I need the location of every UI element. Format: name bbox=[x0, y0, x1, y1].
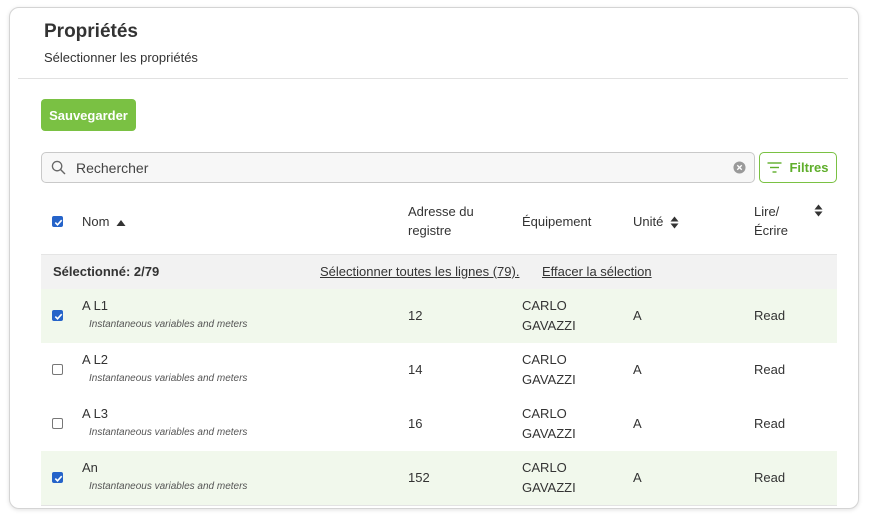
checkbox-check-icon bbox=[54, 313, 63, 320]
row-equipment: CARLO GAVAZZI bbox=[522, 296, 576, 336]
column-header-unit[interactable]: Unité bbox=[633, 212, 679, 231]
row-equipment: CARLO GAVAZZI bbox=[522, 404, 576, 444]
table-row[interactable]: A L1 Instantaneous variables and meters … bbox=[41, 289, 837, 344]
table-row[interactable]: A L2 Instantaneous variables and meters … bbox=[41, 343, 837, 398]
column-header-equipment: Équipement bbox=[522, 212, 591, 231]
sort-both-icon[interactable] bbox=[814, 204, 823, 217]
column-address-line1: Adresse du bbox=[408, 204, 474, 219]
column-unit-label: Unité bbox=[633, 214, 664, 229]
properties-panel: Propriétés Sélectionner les propriétés S… bbox=[9, 7, 859, 509]
search-input[interactable] bbox=[76, 153, 716, 182]
row-equipment-line1: CARLO bbox=[522, 298, 567, 313]
column-equipment-label: Équipement bbox=[522, 214, 592, 229]
row-unit: A bbox=[633, 470, 642, 485]
row-description: Instantaneous variables and meters bbox=[89, 427, 248, 438]
sort-asc-icon bbox=[116, 219, 126, 226]
selection-bar: Sélectionné: 2/79 Sélectionner toutes le… bbox=[41, 254, 837, 290]
row-rw: Read bbox=[754, 308, 786, 323]
column-header-name[interactable]: Nom bbox=[82, 212, 126, 231]
row-address: 16 bbox=[408, 416, 423, 431]
row-equipment-line2: GAVAZZI bbox=[522, 426, 576, 441]
row-checkbox[interactable] bbox=[52, 310, 63, 321]
clear-icon[interactable] bbox=[733, 161, 746, 174]
row-rw: Read bbox=[754, 470, 786, 485]
save-button[interactable]: Sauvegarder bbox=[41, 99, 136, 131]
column-header-rw[interactable]: Lire/ Écrire bbox=[754, 202, 788, 240]
sort-both-icon bbox=[670, 216, 679, 229]
header-divider bbox=[18, 78, 848, 79]
row-equipment-line2: GAVAZZI bbox=[522, 318, 576, 333]
table-row[interactable]: A L3 Instantaneous variables and meters … bbox=[41, 397, 837, 452]
column-address-line2: registre bbox=[408, 223, 452, 238]
row-name: An bbox=[82, 460, 98, 475]
checkbox-check-icon bbox=[54, 219, 63, 226]
page-title: Propriétés bbox=[44, 21, 138, 42]
row-rw: Read bbox=[754, 416, 786, 431]
row-equipment-line2: GAVAZZI bbox=[522, 480, 576, 495]
row-checkbox[interactable] bbox=[52, 364, 63, 375]
row-address: 14 bbox=[408, 362, 423, 377]
row-equipment: CARLO GAVAZZI bbox=[522, 350, 576, 390]
row-checkbox[interactable] bbox=[52, 418, 63, 429]
row-rw: Read bbox=[754, 362, 786, 377]
search-icon bbox=[51, 160, 66, 175]
row-checkbox[interactable] bbox=[52, 472, 63, 483]
row-name: A L3 bbox=[82, 406, 109, 421]
row-equipment: CARLO GAVAZZI bbox=[522, 458, 576, 498]
filter-lines-icon bbox=[767, 162, 782, 173]
row-equipment-line1: CARLO bbox=[522, 406, 567, 421]
column-rw-line2: Écrire bbox=[754, 223, 788, 238]
row-equipment-line1: CARLO bbox=[522, 352, 567, 367]
column-name-label: Nom bbox=[82, 214, 110, 229]
clear-selection-link[interactable]: Effacer la sélection bbox=[542, 264, 652, 279]
column-rw-line1: Lire/ bbox=[754, 204, 780, 219]
table-row[interactable]: An Instantaneous variables and meters 15… bbox=[41, 451, 837, 506]
row-description: Instantaneous variables and meters bbox=[89, 481, 248, 492]
checkbox-check-icon bbox=[54, 475, 63, 482]
row-name: A L1 bbox=[82, 298, 109, 313]
row-address: 152 bbox=[408, 470, 430, 485]
select-all-rows-link[interactable]: Sélectionner toutes les lignes (79). bbox=[320, 264, 519, 279]
row-equipment-line1: CARLO bbox=[522, 460, 567, 475]
row-unit: A bbox=[633, 308, 642, 323]
row-unit: A bbox=[633, 362, 642, 377]
selection-count: Sélectionné: 2/79 bbox=[53, 264, 160, 279]
filters-button[interactable]: Filtres bbox=[759, 152, 837, 183]
page-subtitle: Sélectionner les propriétés bbox=[44, 50, 198, 65]
row-name: A L2 bbox=[82, 352, 109, 367]
column-header-address: Adresse du registre bbox=[408, 202, 474, 240]
filters-label: Filtres bbox=[789, 160, 829, 175]
row-unit: A bbox=[633, 416, 642, 431]
select-all-checkbox[interactable] bbox=[52, 216, 63, 227]
row-address: 12 bbox=[408, 308, 423, 323]
search-box bbox=[41, 152, 755, 183]
row-description: Instantaneous variables and meters bbox=[89, 373, 248, 384]
row-description: Instantaneous variables and meters bbox=[89, 319, 248, 330]
row-equipment-line2: GAVAZZI bbox=[522, 372, 576, 387]
